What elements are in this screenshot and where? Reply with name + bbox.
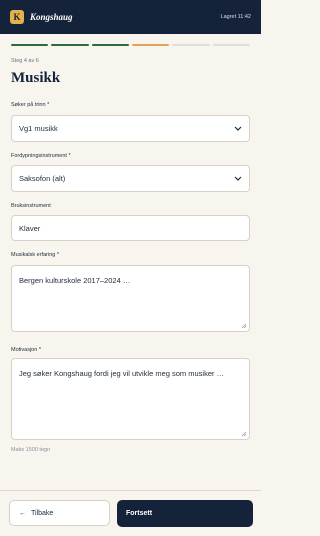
instrument-select-value: Saksofon (alt) (19, 174, 66, 183)
brand-name: Kongshaug (30, 12, 73, 22)
progress-segment-1 (11, 44, 49, 46)
continue-button[interactable]: Fortsett (117, 500, 253, 527)
progress-segment-5 (172, 44, 210, 46)
bottom-action-bar: ← Tilbake Fortsett (0, 490, 261, 536)
back-button[interactable]: ← Tilbake (9, 500, 110, 526)
saved-status: Lagret 11:42 (220, 14, 251, 20)
instrument-label: Fordypningsinstrument * (11, 153, 71, 159)
brand: K Kongshaug (10, 10, 73, 24)
top-bar: K Kongshaug Lagret 11:42 (0, 0, 261, 34)
step-indicator: Steg 4 av 6 (11, 58, 39, 64)
progress-segment-4 (131, 44, 170, 46)
level-label: Søker på trinn * (11, 102, 50, 108)
experience-textarea[interactable]: Bergen kulturskole 2017–2024 … (11, 265, 250, 332)
page-title: Musikk (11, 70, 61, 86)
continue-button-label: Fortsett (126, 510, 153, 517)
chevron-down-icon (234, 126, 242, 131)
resize-handle-icon[interactable] (241, 431, 247, 437)
motivation-value: Jeg søker Kongshaug fordi jeg vil utvikl… (19, 369, 225, 378)
level-select-value: Vg1 musikk (19, 124, 58, 133)
secondary-instrument-label: Bruksinstrument (11, 203, 51, 209)
resize-handle-icon[interactable] (241, 323, 247, 329)
back-button-label: Tilbake (31, 509, 54, 517)
motivation-hint: Maks 1500 tegn (11, 447, 51, 453)
secondary-instrument-input[interactable]: Klaver (11, 215, 250, 241)
level-select[interactable]: Vg1 musikk (11, 115, 250, 142)
secondary-instrument-value: Klaver (19, 223, 41, 233)
experience-value: Bergen kulturskole 2017–2024 … (19, 276, 131, 285)
progress-segment-6 (212, 44, 250, 46)
experience-label: Musikalsk erfaring * (11, 252, 59, 258)
chevron-down-icon (234, 176, 242, 181)
progress-segment-3 (91, 44, 129, 46)
instrument-select[interactable]: Saksofon (alt) (11, 165, 250, 192)
arrow-left-icon: ← (19, 509, 26, 517)
progress-segment-2 (51, 44, 89, 46)
motivation-label: Motivasjon * (11, 347, 41, 353)
logo-icon: K (10, 10, 24, 24)
progress-bar (11, 44, 250, 46)
motivation-textarea[interactable]: Jeg søker Kongshaug fordi jeg vil utvikl… (11, 358, 250, 440)
